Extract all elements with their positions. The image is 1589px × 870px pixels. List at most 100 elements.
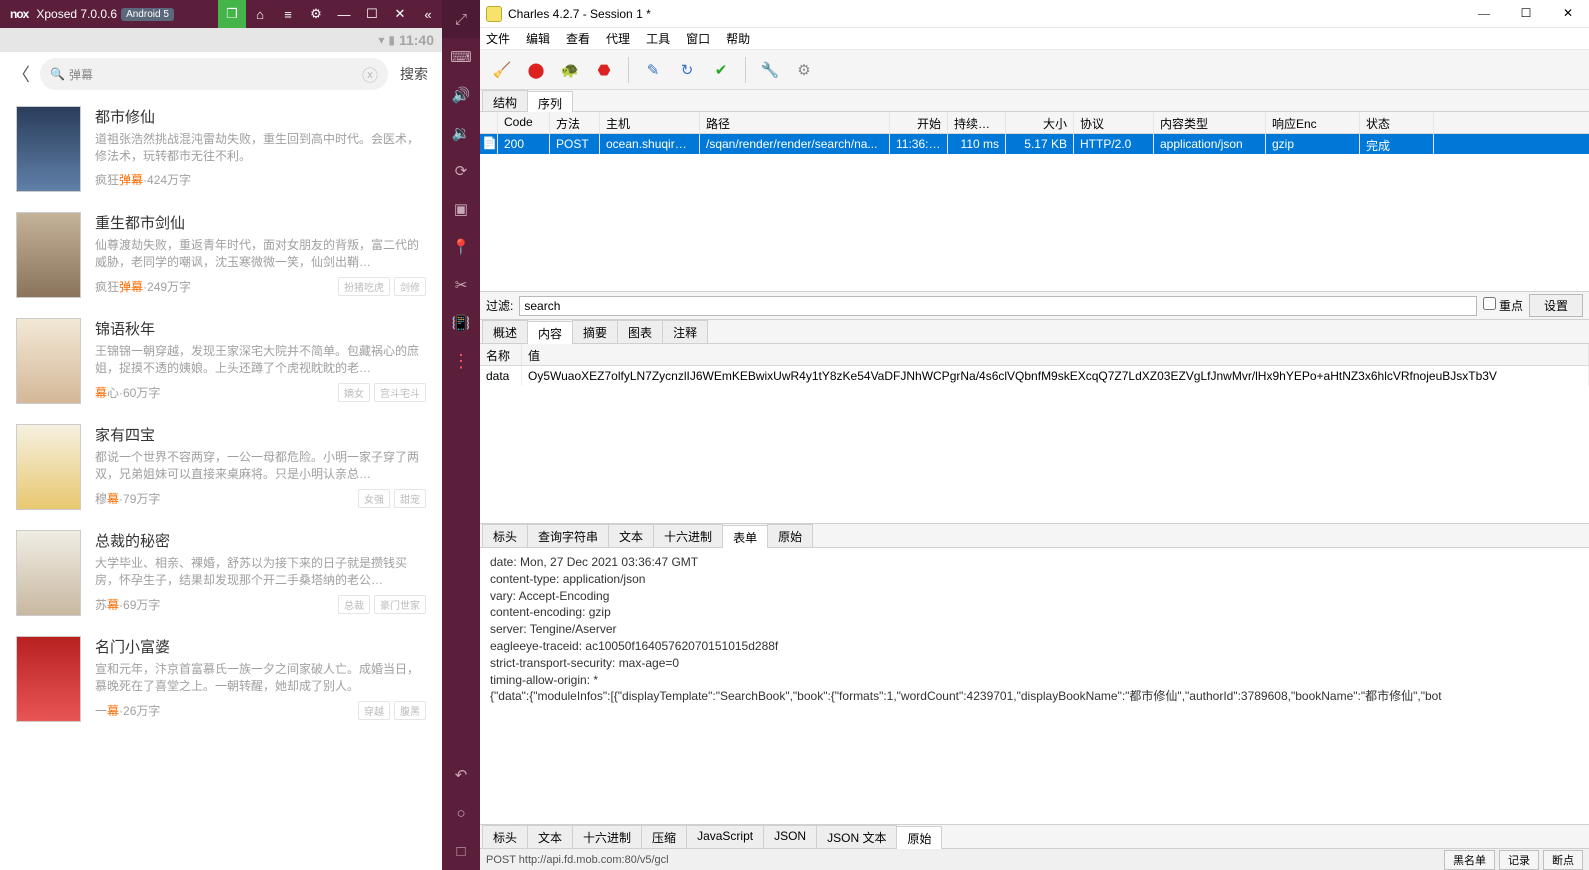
window-minimize-button[interactable]: — [1463,0,1505,28]
col-enc[interactable]: 响应Enc [1266,112,1360,133]
nox-collapse-sidebar-button[interactable]: « [414,0,442,28]
tab-query[interactable]: 查询字符串 [527,524,609,547]
col-ctype[interactable]: 内容类型 [1154,112,1266,133]
android-recents-button[interactable]: □ [442,832,480,870]
volume-up-icon[interactable]: 🔊 [442,76,480,114]
list-item[interactable]: 名门小富婆 宣和元年，汴京首富慕氏一族一夕之间家破人亡。成婚当日，慕晚死在了喜堂… [0,626,442,732]
menu-proxy[interactable]: 代理 [606,30,630,47]
list-item[interactable]: 总裁的秘密 大学毕业、相亲、裸婚，舒苏以为接下来的日子就是攒钱买房，怀孕生子，结… [0,520,442,626]
tab-resp-compressed[interactable]: 压缩 [641,825,687,848]
tab-chart[interactable]: 图表 [617,320,663,343]
tab-hex[interactable]: 十六进制 [653,524,723,547]
shake-icon[interactable]: 📳 [442,304,480,342]
tab-resp-raw[interactable]: 原始 [896,826,942,849]
menu-edit[interactable]: 编辑 [526,30,550,47]
window-close-button[interactable]: ✕ [1547,0,1589,28]
list-item[interactable]: 都市修仙 道祖张浩然挑战混沌雷劫失败，重生回到高中时代。会医术，修法术，玩转都市… [0,96,442,202]
book-cover [16,318,81,404]
android-home-button[interactable]: ○ [442,794,480,832]
col-host[interactable]: 主机 [600,112,700,133]
tab-notes[interactable]: 注释 [662,320,708,343]
blacklist-button[interactable]: 黑名单 [1444,850,1495,870]
tab-text[interactable]: 文本 [608,524,654,547]
table-row[interactable]: data Oy5WuaoXEZ7olfyLN7ZycnzlIJ6WEmKEBwi… [480,366,1589,386]
gear-icon[interactable]: ⚙ [790,56,818,84]
menu-view[interactable]: 查看 [566,30,590,47]
tab-raw[interactable]: 原始 [767,524,813,547]
wrench-icon[interactable]: 🔧 [756,56,784,84]
col-path[interactable]: 路径 [700,112,890,133]
list-item[interactable]: 家有四宝 都说一个世界不容两穿，一公一母都危险。小明一家子穿了两双，兄弟姐妹可以… [0,414,442,520]
table-row[interactable]: 📄 200 POST ocean.shuqirea... /sqan/rende… [480,134,1589,154]
tab-resp-js[interactable]: JavaScript [686,825,764,848]
keyboard-icon[interactable]: ⌨ [442,38,480,76]
nox-minimize-button[interactable]: — [330,0,358,28]
col-start[interactable]: 开始 [890,112,948,133]
record-icon[interactable]: ⬤ [522,56,550,84]
col-proto[interactable]: 协议 [1074,112,1154,133]
android-back-button[interactable]: ↶ [442,756,480,794]
menu-tools[interactable]: 工具 [646,30,670,47]
response-line: date: Mon, 27 Dec 2021 03:36:47 GMT [490,554,1579,571]
phone-statusbar: ▾ ▮ 11:40 [0,28,442,52]
filter-input[interactable] [519,296,1476,316]
menu-help[interactable]: 帮助 [726,30,750,47]
menu-file[interactable]: 文件 [486,30,510,47]
search-input[interactable]: 🔍 弹幕 ⓧ [40,58,388,90]
col-dur[interactable]: 持续时间 [948,112,1006,133]
nox-multi-instance-button[interactable]: ❐ [218,0,246,28]
tab-resp-json[interactable]: JSON [763,825,817,848]
book-title: 锦语秋年 [95,318,426,339]
volume-down-icon[interactable]: 🔉 [442,114,480,152]
tab-form[interactable]: 表单 [722,525,768,548]
tab-headers[interactable]: 标头 [482,524,528,547]
search-button[interactable]: 搜索 [394,64,434,84]
clear-button[interactable]: ⓧ [362,62,378,86]
list-item[interactable]: 锦语秋年 王锦锦一朝穿越，发现王家深宅大院并不简单。包藏祸心的庶姐，捉摸不透的姨… [0,308,442,414]
broom-icon[interactable]: 🧹 [488,56,516,84]
rotate-icon[interactable]: ⟳ [442,152,480,190]
tab-resp-hex[interactable]: 十六进制 [572,825,642,848]
settings-button[interactable]: 设置 [1529,294,1583,317]
book-meta: 一幕·26万字 穿越腹黑 [95,701,426,720]
repeat-icon[interactable]: ↻ [673,56,701,84]
nox-settings-button[interactable]: ⚙ [302,0,330,28]
col-method[interactable]: 方法 [550,112,600,133]
tab-structure[interactable]: 结构 [482,90,528,111]
tab-content[interactable]: 内容 [527,321,573,344]
focus-checkbox[interactable]: 重点 [1483,297,1523,314]
window-maximize-button[interactable]: ☐ [1505,0,1547,28]
tab-resp-headers[interactable]: 标头 [482,825,528,848]
tab-overview[interactable]: 概述 [482,320,528,343]
breakpoint-button[interactable]: 断点 [1543,850,1583,870]
table-header: Code 方法 主机 路径 开始 持续时间 大小 协议 内容类型 响应Enc 状… [480,112,1589,134]
scissors-icon[interactable]: ✂ [442,266,480,304]
nox-close-button[interactable]: ✕ [386,0,414,28]
response-pane[interactable]: date: Mon, 27 Dec 2021 03:36:47 GMT cont… [480,548,1589,824]
tab-sequence[interactable]: 序列 [527,91,573,112]
validate-icon[interactable]: ✔ [707,56,735,84]
location-icon[interactable]: 📍 [442,228,480,266]
fullscreen-icon[interactable]: ⤢ [442,0,480,38]
tab-summary[interactable]: 摘要 [572,320,618,343]
tab-resp-text[interactable]: 文本 [527,825,573,848]
nox-maximize-button[interactable]: ☐ [358,0,386,28]
book-cover [16,530,81,616]
compose-icon[interactable]: ✎ [639,56,667,84]
search-results[interactable]: 都市修仙 道祖张浩然挑战混沌雷劫失败，重生回到高中时代。会医术，修法术，玩转都市… [0,96,442,870]
more-icon[interactable]: ⋮ [442,342,480,380]
nox-home-button[interactable]: ⌂ [246,0,274,28]
col-status[interactable]: 状态 [1360,112,1434,133]
list-item[interactable]: 重生都市剑仙 仙尊渡劫失败，重返青年时代，面对女朋友的背叛，富二代的威胁，老同学… [0,202,442,308]
breakpoint-icon[interactable]: ⬣ [590,56,618,84]
tab-resp-jsontext[interactable]: JSON 文本 [816,825,897,848]
nox-menu-button[interactable]: ≡ [274,0,302,28]
throttle-icon[interactable]: 🐢 [556,56,584,84]
request-table: Code 方法 主机 路径 开始 持续时间 大小 协议 内容类型 响应Enc 状… [480,112,1589,292]
col-code[interactable]: Code [498,112,550,133]
menu-window[interactable]: 窗口 [686,30,710,47]
record-button[interactable]: 记录 [1499,850,1539,870]
screenshot-icon[interactable]: ▣ [442,190,480,228]
col-size[interactable]: 大小 [1006,112,1074,133]
back-button[interactable]: 〈 [8,61,34,87]
